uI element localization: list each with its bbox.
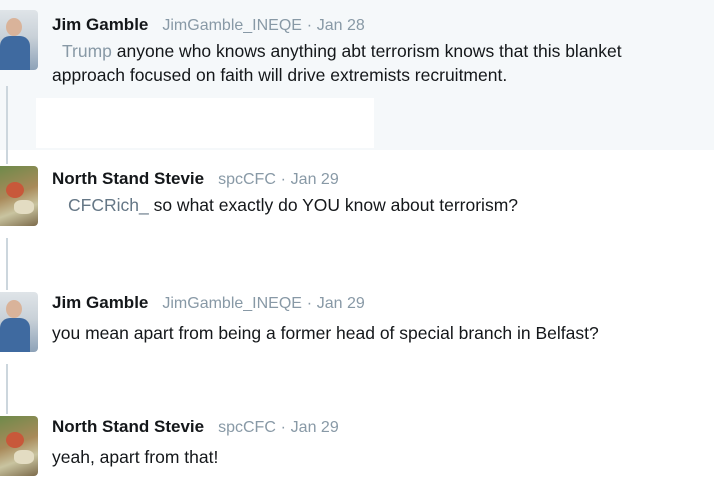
tweet-content: North Stand Stevie spcCFC · Jan 29 CFCRic… bbox=[52, 168, 714, 217]
tweet-text-line1: anyone who knows anything abt terrorism … bbox=[111, 41, 622, 61]
tweet-text: Trump anyone who knows anything abt terr… bbox=[52, 39, 714, 87]
avatar-body bbox=[0, 318, 30, 352]
avatar-head bbox=[6, 300, 22, 318]
avatar-detail bbox=[14, 200, 34, 214]
media-placeholder bbox=[36, 98, 374, 148]
tweet-date[interactable]: Jan 29 bbox=[291, 419, 339, 436]
tweet-text-body: so what exactly do YOU know about terror… bbox=[148, 195, 519, 215]
tweet-4[interactable]: North Stand Stevie spcCFC · Jan 29 yeah, … bbox=[0, 390, 714, 487]
avatar-detail bbox=[14, 450, 34, 464]
separator: · bbox=[306, 295, 313, 312]
thread-line bbox=[6, 364, 8, 390]
tweet-header: Jim Gamble JimGamble_INEQE · Jan 29 bbox=[52, 292, 714, 315]
avatar-detail bbox=[6, 432, 24, 448]
tweet-date[interactable]: Jan 28 bbox=[317, 17, 365, 34]
mention-link[interactable]: Trump bbox=[62, 41, 112, 61]
tweet-text-body: you mean apart from being a former head … bbox=[52, 323, 599, 343]
avatar[interactable] bbox=[0, 10, 38, 70]
tweet-content: Jim Gamble JimGamble_INEQE · Jan 29 you m… bbox=[52, 292, 714, 345]
tweet-text-line2: approach focused on faith will drive ext… bbox=[52, 65, 508, 85]
thread-line bbox=[6, 390, 8, 414]
tweet-1[interactable]: Jim Gamble JimGamble_INEQE · Jan 28 Trump… bbox=[0, 0, 714, 150]
author-name[interactable]: Jim Gamble bbox=[52, 15, 148, 34]
separator: · bbox=[280, 171, 286, 188]
author-handle[interactable]: JimGamble_INEQE bbox=[162, 17, 302, 34]
avatar[interactable] bbox=[0, 166, 38, 226]
tweet-text-body: yeah, apart from that! bbox=[52, 447, 219, 467]
avatar[interactable] bbox=[0, 292, 38, 352]
separator: · bbox=[306, 17, 313, 34]
tweet-3[interactable]: Jim Gamble JimGamble_INEQE · Jan 29 you m… bbox=[0, 270, 714, 390]
tweet-header: North Stand Stevie spcCFC · Jan 29 bbox=[52, 416, 714, 439]
tweet-content: North Stand Stevie spcCFC · Jan 29 yeah, … bbox=[52, 416, 714, 469]
tweet-header: North Stand Stevie spcCFC · Jan 29 bbox=[52, 168, 714, 191]
tweet-text: CFCRich_ so what exactly do YOU know abo… bbox=[52, 193, 714, 217]
tweet-content: Jim Gamble JimGamble_INEQE · Jan 28 Trump… bbox=[52, 14, 714, 87]
author-name[interactable]: North Stand Stevie bbox=[52, 417, 204, 436]
separator: · bbox=[280, 419, 286, 436]
author-handle[interactable]: JimGamble_INEQE bbox=[162, 295, 302, 312]
author-name[interactable]: Jim Gamble bbox=[52, 293, 148, 312]
tweet-thread: Jim Gamble JimGamble_INEQE · Jan 28 Trump… bbox=[0, 0, 714, 487]
tweet-2[interactable]: North Stand Stevie spcCFC · Jan 29 CFCRic… bbox=[0, 150, 714, 270]
thread-line bbox=[6, 86, 8, 150]
thread-line bbox=[6, 238, 8, 270]
author-name[interactable]: North Stand Stevie bbox=[52, 169, 204, 188]
author-handle[interactable]: spcCFC bbox=[218, 419, 276, 436]
avatar-body bbox=[0, 36, 30, 70]
author-handle[interactable]: spcCFC bbox=[218, 171, 276, 188]
avatar[interactable] bbox=[0, 416, 38, 476]
avatar-detail bbox=[6, 182, 24, 198]
tweet-text: you mean apart from being a former head … bbox=[52, 321, 714, 345]
thread-line bbox=[6, 270, 8, 290]
tweet-header: Jim Gamble JimGamble_INEQE · Jan 28 bbox=[52, 14, 714, 37]
tweet-date[interactable]: Jan 29 bbox=[317, 295, 365, 312]
tweet-text: yeah, apart from that! bbox=[52, 445, 714, 469]
tweet-date[interactable]: Jan 29 bbox=[291, 171, 339, 188]
thread-line bbox=[6, 150, 8, 164]
avatar-head bbox=[6, 18, 22, 36]
mention-link[interactable]: CFCRich_ bbox=[68, 195, 149, 215]
